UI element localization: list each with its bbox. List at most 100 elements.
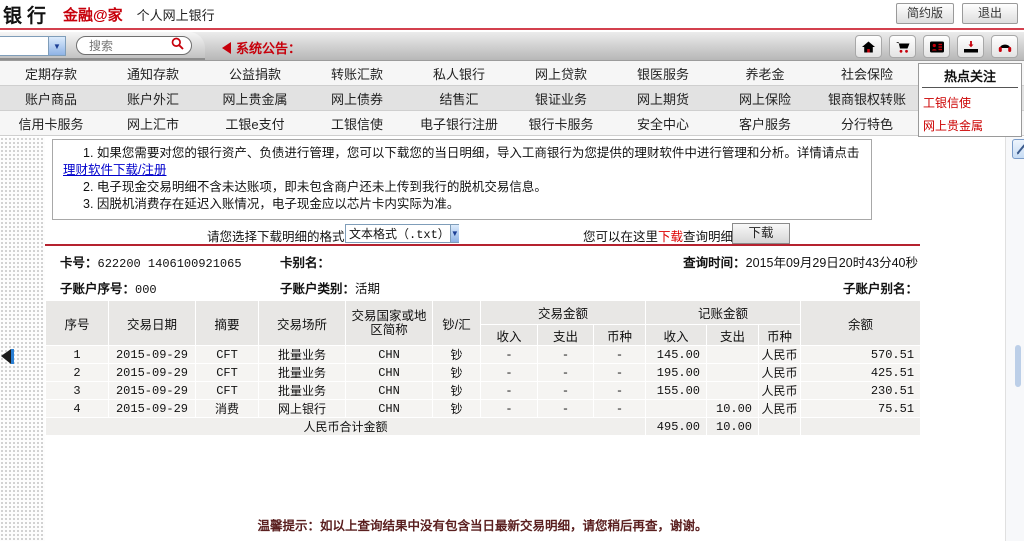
nav-item[interactable]: 银医服务 <box>612 64 714 83</box>
nav-row: 账户商品账户外汇网上贵金属网上债券结售汇银证业务网上期货网上保险银商银权转账 <box>0 86 1024 111</box>
announcement-speaker-icon <box>222 42 231 54</box>
table-row: 32015-09-29CFT批量业务CHN钞---155.00人民币230.51 <box>46 382 921 400</box>
top-header: 银行 金融@家 个人网上银行 简约版 退出 <box>0 0 1024 30</box>
nav-item[interactable]: 网上汇市 <box>102 114 204 133</box>
table-cell: 网上银行 <box>259 400 346 418</box>
col-seq: 序号 <box>46 301 109 346</box>
card-alias-label: 卡别名： <box>280 256 330 270</box>
nav-item[interactable]: 网上保险 <box>714 89 816 108</box>
collapse-panel-arrow-icon[interactable] <box>1 349 15 364</box>
search-box[interactable] <box>76 36 192 55</box>
nav-item[interactable]: 工银信使 <box>306 114 408 133</box>
nav-item[interactable]: 结售汇 <box>408 89 510 108</box>
table-cell: 4 <box>46 400 109 418</box>
sub-account-type-label: 子账户类别： <box>280 282 355 296</box>
nav-item[interactable]: 养老金 <box>714 64 816 83</box>
hot-topic-link[interactable]: 工银信使 <box>919 88 1021 111</box>
sub-account-alias-label: 子账户别名： <box>843 282 918 296</box>
table-cell: 2015-09-29 <box>109 400 196 418</box>
col-country: 交易国家或地区简称 <box>346 301 433 346</box>
nav-item[interactable]: 银行卡服务 <box>510 114 612 133</box>
col-txn-income: 收入 <box>481 325 538 346</box>
table-cell <box>646 400 707 418</box>
chevron-down-icon[interactable]: ▼ <box>450 225 459 242</box>
table-cell: - <box>481 382 538 400</box>
brand-finance-home: 金融@家 <box>63 4 123 25</box>
nav-item[interactable]: 账户商品 <box>0 89 102 108</box>
table-cell: 钞 <box>433 382 481 400</box>
download-button[interactable]: 下载 <box>732 223 790 244</box>
table-cell: 批量业务 <box>259 364 346 382</box>
nav-item[interactable]: 分行特色 <box>816 114 918 133</box>
bank-logo: 银行 <box>3 1 51 28</box>
transaction-table: 序号 交易日期 摘要 交易场所 交易国家或地区简称 钞/汇 交易金额 记账金额 … <box>45 300 921 436</box>
notice-line-3: 3. 因脱机消费存在延迟入账情况，电子现金应以芯片卡内实际为准。 <box>63 196 861 213</box>
category-dropdown[interactable]: ▼ <box>0 36 66 56</box>
scrollbar-thumb[interactable] <box>1015 345 1021 387</box>
nav-item[interactable]: 安全中心 <box>612 114 714 133</box>
table-row: 22015-09-29CFT批量业务CHN钞---195.00人民币425.51 <box>46 364 921 382</box>
nav-item[interactable]: 网上贵金属 <box>204 89 306 108</box>
announcement-label: 系统公告： <box>236 38 301 57</box>
nav-item[interactable]: 私人银行 <box>408 64 510 83</box>
table-cell: CHN <box>346 382 433 400</box>
nav-item[interactable]: 网上债券 <box>306 89 408 108</box>
total-expense: 10.00 <box>707 418 759 436</box>
download-bar: 请您选择下载明细的格式 文本格式（.txt） ▼ 您可以在这里下载查询明细结果 … <box>45 223 920 245</box>
col-txn-currency: 币种 <box>594 325 646 346</box>
format-select[interactable]: 文本格式（.txt） ▼ <box>345 224 459 243</box>
nav-item[interactable]: 社会保险 <box>816 64 918 83</box>
download-link[interactable]: 下载 <box>658 230 683 244</box>
shopping-cart-icon[interactable] <box>889 35 916 58</box>
nav-item[interactable]: 转账汇款 <box>306 64 408 83</box>
warm-tip: 温馨提示：如以上查询结果中没有包含当日最新交易明细，请您稍后再查，谢谢。 <box>45 515 920 534</box>
chevron-down-icon[interactable]: ▼ <box>48 37 65 55</box>
table-cell: 人民币 <box>759 382 801 400</box>
finance-software-download-link[interactable]: 理财软件下载/注册 <box>63 163 166 177</box>
nav-item[interactable]: 通知存款 <box>102 64 204 83</box>
logout-button[interactable]: 退出 <box>962 3 1018 24</box>
nav-item[interactable]: 银商银权转账 <box>816 89 918 108</box>
table-cell <box>707 346 759 364</box>
table-cell: 人民币 <box>759 400 801 418</box>
home-icon[interactable] <box>855 35 882 58</box>
table-cell: - <box>594 400 646 418</box>
account-info-row-2: 子账户序号：000 子账户类别：活期 子账户别名： <box>45 278 920 297</box>
nav-item[interactable]: 网上贷款 <box>510 64 612 83</box>
hot-topic-link[interactable]: 网上贵金属 <box>919 111 1021 134</box>
col-txn-expense: 支出 <box>538 325 594 346</box>
table-cell: 批量业务 <box>259 346 346 364</box>
nav-item[interactable]: 账户外汇 <box>102 89 204 108</box>
table-cell: - <box>594 346 646 364</box>
search-input[interactable] <box>89 39 169 53</box>
nav-item[interactable]: 公益捐款 <box>204 64 306 83</box>
nav-item[interactable]: 客户服务 <box>714 114 816 133</box>
table-cell: - <box>594 364 646 382</box>
notice-box: 1. 如果您需要对您的银行资产、负债进行管理，您可以下载您的当日明细，导入工商银… <box>52 139 872 220</box>
col-summary: 摘要 <box>196 301 259 346</box>
left-gutter <box>0 137 45 541</box>
search-icon[interactable] <box>171 37 184 55</box>
table-cell: - <box>481 400 538 418</box>
nav-item[interactable]: 工银e支付 <box>204 114 306 133</box>
customer-service-icon[interactable] <box>991 35 1018 58</box>
simple-version-button[interactable]: 简约版 <box>896 3 954 24</box>
main-content: 1. 如果您需要对您的银行资产、负债进行管理，您可以下载您的当日明细，导入工商银… <box>45 137 1005 541</box>
table-cell: 人民币 <box>759 364 801 382</box>
col-cash-type: 钞/汇 <box>433 301 481 346</box>
nav-item[interactable]: 银证业务 <box>510 89 612 108</box>
mail-download-icon[interactable] <box>957 35 984 58</box>
edit-pencil-button[interactable] <box>1012 139 1024 159</box>
table-cell: 1 <box>46 346 109 364</box>
red-separator <box>45 244 920 246</box>
nav-item[interactable]: 电子银行注册 <box>408 114 510 133</box>
nav-item[interactable]: 信用卡服务 <box>0 114 102 133</box>
table-cell: - <box>538 382 594 400</box>
table-cell: CFT <box>196 346 259 364</box>
nav-item[interactable]: 网上期货 <box>612 89 714 108</box>
contacts-icon[interactable] <box>923 35 950 58</box>
table-row: 42015-09-29消费网上银行CHN钞---10.00人民币75.51 <box>46 400 921 418</box>
card-no-label: 卡号： <box>60 256 98 270</box>
table-cell: CHN <box>346 400 433 418</box>
nav-item[interactable]: 定期存款 <box>0 64 102 83</box>
